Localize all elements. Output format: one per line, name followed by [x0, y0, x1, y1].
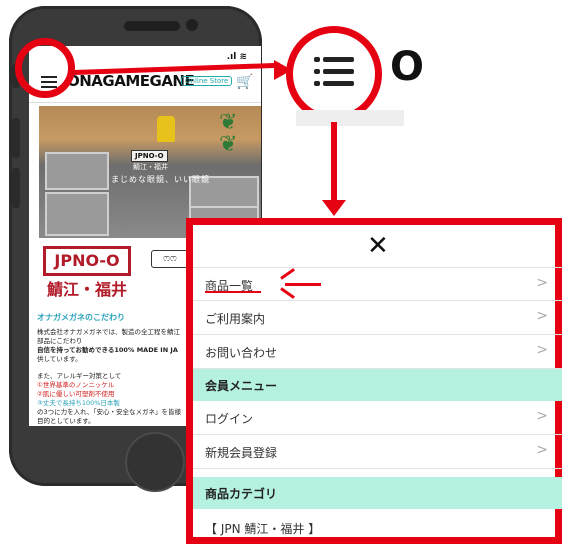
- menu-item-register[interactable]: 新規会員登録 >: [193, 435, 562, 469]
- menu-item-label: ログイン: [205, 412, 254, 426]
- slide-menu-panel: ✕ 商品一覧 > ご利用案内 > お問い合わせ > 会員メニュー ログイン > …: [186, 218, 562, 544]
- phone-volume-up: [12, 118, 20, 158]
- zoomed-logo-fragment: O: [390, 44, 425, 90]
- mm-logo[interactable]: ෆෆ: [151, 250, 189, 268]
- section-header-category: 商品カテゴリ: [193, 477, 562, 509]
- menu-item-label: ご利用案内: [205, 312, 266, 326]
- jpn-location: 鯖江・福井: [47, 280, 128, 299]
- section-label: 商品カテゴリ: [205, 487, 278, 501]
- hero-location: 鯖江・福井: [133, 163, 168, 171]
- hero-catchphrase: まじめな眼鏡、いい眼鏡: [111, 175, 210, 184]
- chevron-right-icon: >: [536, 308, 548, 324]
- home-button[interactable]: [125, 432, 185, 492]
- menu-item-label: 新規会員登録: [205, 446, 278, 460]
- menu-item-login[interactable]: ログイン >: [193, 401, 562, 435]
- chevron-right-icon: >: [536, 275, 548, 291]
- highlight-circle: [15, 38, 75, 98]
- arrow-down-icon: [331, 122, 337, 204]
- mascot-figure: [157, 116, 175, 142]
- online-store-badge: Online Store: [181, 76, 233, 86]
- section-title: オナガメガネのこだわり: [37, 313, 125, 322]
- chevron-right-icon: >: [536, 342, 548, 358]
- phone-camera: [186, 19, 198, 31]
- body-line: 目的としています。: [37, 417, 95, 425]
- arrow-head-icon: [322, 200, 346, 216]
- glasses-tray: [45, 152, 109, 190]
- glasses-tray: [45, 192, 109, 236]
- status-icons: .ıl ≋: [226, 52, 247, 62]
- close-icon[interactable]: ✕: [367, 233, 389, 259]
- menu-item-category-jpn[interactable]: 【 JPN 鯖江・福井 】: [193, 511, 562, 545]
- section-label: 会員メニュー: [205, 379, 278, 393]
- highlight-underline: [205, 291, 261, 293]
- plant-decoration-icon: ❦ ❦: [219, 110, 238, 157]
- zoomed-gray-bar: [296, 110, 404, 126]
- chevron-right-icon: >: [536, 442, 548, 458]
- section-header-member: 会員メニュー: [193, 369, 562, 401]
- body-line: 供しています。: [37, 355, 82, 363]
- phone-speaker: [124, 21, 180, 31]
- menu-item-label: お問い合わせ: [205, 346, 278, 360]
- phone-volume-down: [12, 168, 20, 208]
- hero-brand: JPNO-O: [131, 150, 168, 162]
- menu-item-guide[interactable]: ご利用案内 >: [193, 301, 562, 335]
- arrow-left-icon: [285, 283, 321, 286]
- cart-icon[interactable]: 🛒: [236, 74, 253, 90]
- menu-item-contact[interactable]: お問い合わせ >: [193, 335, 562, 369]
- menu-item-label: 【 JPN 鯖江・福井 】: [205, 522, 321, 536]
- site-logo[interactable]: ONAGAMEGANE: [67, 72, 195, 90]
- chevron-right-icon: >: [536, 408, 548, 424]
- menu-item-products[interactable]: 商品一覧 >: [193, 267, 562, 301]
- zoomed-hamburger-icon: [314, 55, 354, 91]
- jpn-logo[interactable]: JPNO-O: [43, 246, 131, 276]
